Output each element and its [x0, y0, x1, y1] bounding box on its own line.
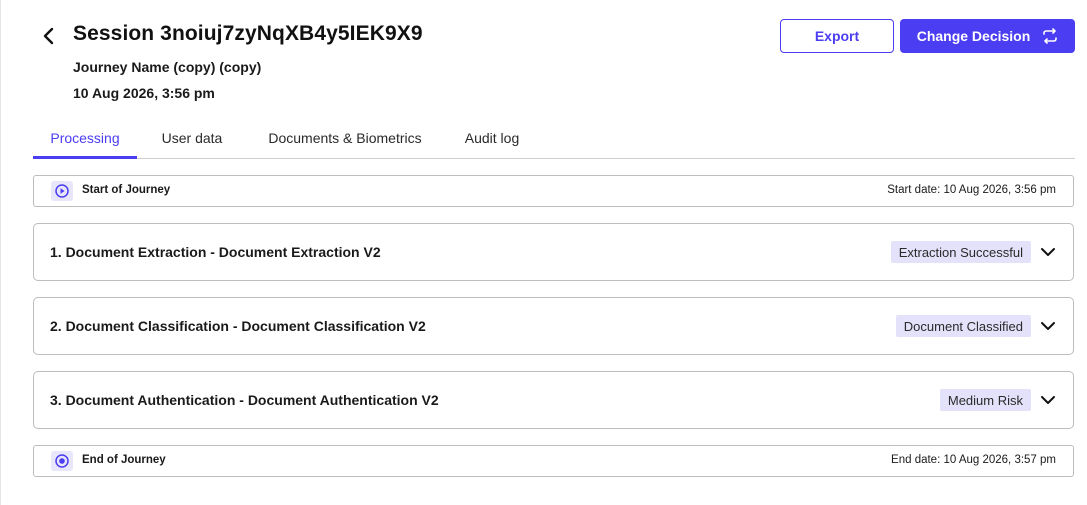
- step-title: 1. Document Extraction - Document Extrac…: [50, 244, 381, 260]
- swap-arrows-icon: [1043, 28, 1058, 44]
- page-title: Session 3noiuj7zyNqXB4y5IEK9X9: [73, 22, 423, 45]
- tab-bar: Processing User data Documents & Biometr…: [33, 118, 1075, 159]
- tab-audit-log[interactable]: Audit log: [457, 118, 527, 158]
- start-label: Start of Journey: [82, 184, 171, 196]
- export-button[interactable]: Export: [780, 19, 894, 53]
- change-decision-button-label: Change Decision: [916, 28, 1031, 44]
- step-title: 2. Document Classification - Document Cl…: [50, 318, 426, 334]
- stop-circle-icon: [51, 451, 73, 471]
- step-title: 3. Document Authentication - Document Au…: [50, 392, 439, 408]
- change-decision-button[interactable]: Change Decision: [900, 19, 1075, 53]
- chevron-left-icon: [43, 27, 54, 45]
- status-badge: Extraction Successful: [890, 241, 1031, 263]
- session-date: 10 Aug 2026, 3:56 pm: [73, 85, 215, 101]
- end-label: End of Journey: [82, 454, 166, 466]
- journey-name: Journey Name (copy) (copy): [73, 59, 262, 75]
- step-document-authentication[interactable]: 3. Document Authentication - Document Au…: [33, 371, 1074, 429]
- end-of-journey-row: End of Journey End date: 10 Aug 2026, 3:…: [33, 445, 1074, 477]
- tab-documents-biometrics[interactable]: Documents & Biometrics: [255, 118, 435, 158]
- tab-user-data[interactable]: User data: [151, 118, 233, 158]
- chevron-down-icon[interactable]: [1039, 391, 1057, 409]
- step-document-classification[interactable]: 2. Document Classification - Document Cl…: [33, 297, 1074, 355]
- start-of-journey-row: Start of Journey Start date: 10 Aug 2026…: [33, 175, 1074, 207]
- tab-processing[interactable]: Processing: [33, 118, 137, 159]
- left-divider: [0, 0, 1, 505]
- play-circle-icon: [51, 181, 73, 201]
- start-date: Start date: 10 Aug 2026, 3:56 pm: [887, 184, 1056, 196]
- end-date: End date: 10 Aug 2026, 3:57 pm: [891, 454, 1056, 466]
- chevron-down-icon[interactable]: [1039, 317, 1057, 335]
- chevron-down-icon[interactable]: [1039, 243, 1057, 261]
- status-badge: Medium Risk: [939, 389, 1031, 411]
- step-document-extraction[interactable]: 1. Document Extraction - Document Extrac…: [33, 223, 1074, 281]
- export-button-label: Export: [814, 28, 860, 44]
- status-badge: Document Classified: [895, 315, 1031, 337]
- back-button[interactable]: [38, 25, 60, 47]
